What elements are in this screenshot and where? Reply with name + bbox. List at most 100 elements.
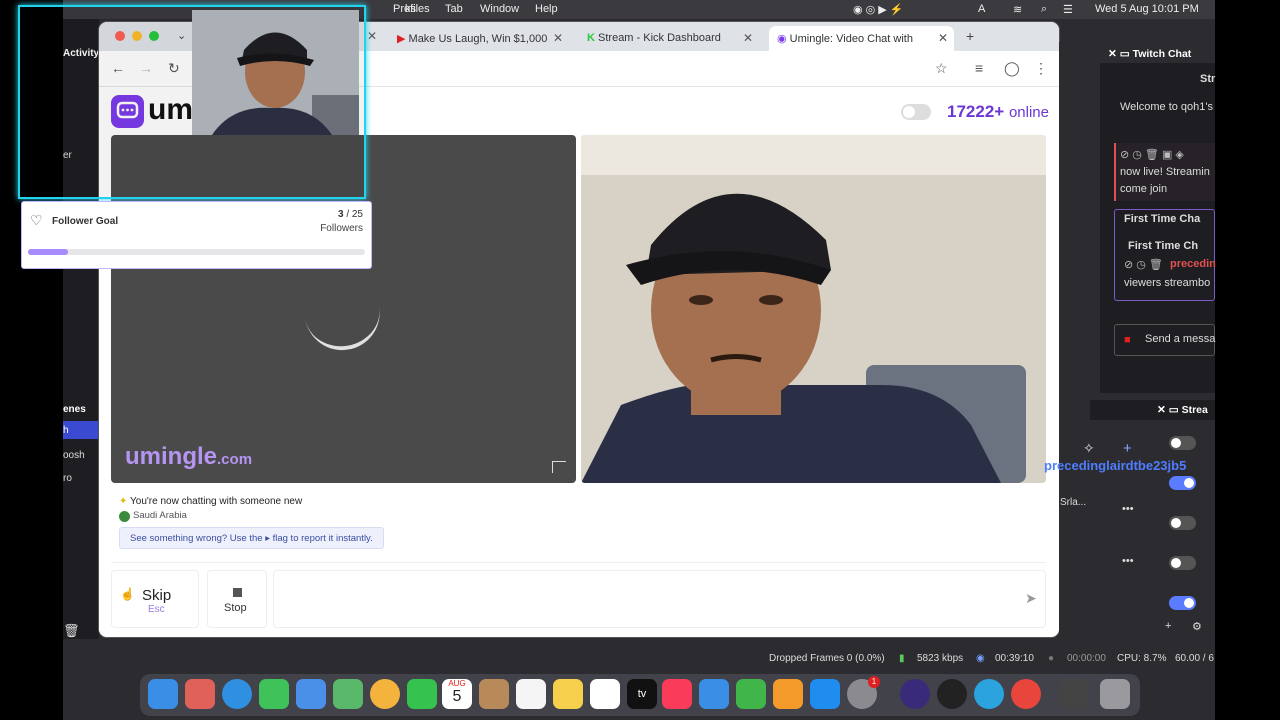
control-center-icon[interactable]: ☰ (1063, 3, 1073, 16)
sparkle-icon: ✦ (119, 496, 128, 507)
messages-icon[interactable] (259, 679, 289, 709)
umingle-watermark: umingle.com (125, 443, 252, 471)
apple-tv-icon[interactable]: tv (627, 679, 657, 709)
tab-umingle[interactable]: ◉ Umingle: Video Chat with ✕ (769, 26, 954, 51)
gear-icon[interactable]: ⚙ (1192, 620, 1202, 633)
send-message-placeholder: Send a messa (1145, 333, 1216, 345)
online-label: online (1008, 104, 1049, 121)
finder-icon[interactable] (148, 679, 178, 709)
photos-icon[interactable] (370, 679, 400, 709)
downloads-folder-icon[interactable] (1058, 679, 1088, 709)
skip-shortcut: Esc (148, 604, 165, 615)
obs-scene-item[interactable]: ro (63, 473, 72, 484)
close-icon[interactable]: ✕ (938, 31, 948, 45)
online-count: 17222+ (947, 102, 1005, 121)
facetime-icon[interactable] (407, 679, 437, 709)
freeform-icon[interactable] (590, 679, 620, 709)
report-flag-icon[interactable] (552, 461, 566, 473)
send-icon[interactable]: ➤ (1025, 590, 1037, 607)
screen-edge (1215, 0, 1280, 720)
menu-item-profiles[interactable]: Profiles (393, 3, 430, 15)
chrome-icon[interactable] (1011, 679, 1041, 709)
profile-icon[interactable]: ◯ (1004, 60, 1020, 77)
follower-goal-widget: ♡ Follower Goal 3 / 25 Followers (21, 201, 372, 269)
mod-icons[interactable]: ⊘ ◷ 🗑 (1124, 258, 1163, 271)
stream-toggle[interactable] (1169, 596, 1196, 610)
dropped-frames: Dropped Frames 0 (0.0%) (769, 653, 885, 664)
menu-item-window[interactable]: Window (480, 3, 519, 15)
country-label: Saudi Arabia (133, 510, 187, 521)
obs-status-bar: Dropped Frames 0 (0.0%) ▮ 5823 kbps ◉ 00… (63, 648, 1215, 670)
calendar-month: AUG (448, 679, 466, 688)
stream-item-label: Srla... (1060, 497, 1087, 508)
sparkle-icon[interactable]: ✧ (1083, 440, 1095, 457)
calendar-icon[interactable]: AUG 5 (442, 679, 472, 709)
notes-icon[interactable] (553, 679, 583, 709)
pointer-cursor-icon: ☝ (120, 587, 135, 601)
stranger-person-illustration (581, 135, 1046, 483)
chat-header-partial: Str (1200, 73, 1216, 85)
stop-button[interactable]: Stop (207, 570, 267, 628)
stream-toggle[interactable] (1169, 556, 1196, 570)
contacts-icon[interactable] (479, 679, 509, 709)
skip-button[interactable]: ☝ Skip Esc (111, 570, 199, 628)
text-input-icon[interactable]: A (978, 3, 985, 15)
trash-icon[interactable]: 🗑 (63, 623, 80, 639)
theme-toggle[interactable] (901, 104, 931, 120)
media-control-icon[interactable]: ≡ (975, 60, 983, 76)
more-icon[interactable]: ••• (1122, 503, 1134, 515)
wifi-icon[interactable]: ≋ (1013, 3, 1022, 16)
add-icon[interactable]: + (1123, 440, 1132, 457)
menu-item-help[interactable]: Help (535, 3, 558, 15)
online-counter: 17222+ online (947, 102, 1049, 122)
more-menu-icon[interactable]: ⋮ (1034, 60, 1048, 77)
tab-youtube[interactable]: ▶ Make Us Laugh, Win $1,000 ✕ (389, 26, 569, 51)
tab-title: Make Us Laugh, Win $1,000 (408, 33, 548, 45)
numbers-icon[interactable] (736, 679, 766, 709)
stream-toggle[interactable] (1169, 476, 1196, 490)
app-store-icon[interactable] (810, 679, 840, 709)
music-icon[interactable] (662, 679, 692, 709)
close-icon[interactable]: ✕ (743, 31, 753, 45)
obs-studio-icon[interactable] (937, 679, 967, 709)
menubar-clock[interactable]: Wed 5 Aug 10:01 PM (1095, 3, 1199, 15)
search-icon[interactable]: ⌕ (1041, 3, 1047, 16)
safari-icon[interactable] (222, 679, 252, 709)
video-icon: ■ (1124, 334, 1131, 346)
report-hint: See something wrong? Use the ▸ flag to r… (119, 527, 384, 549)
new-tab-button[interactable]: + (966, 28, 974, 44)
menu-item-tab[interactable]: Tab (445, 3, 463, 15)
bitrate: 5823 kbps (917, 653, 964, 664)
add-icon[interactable]: + (1165, 620, 1171, 632)
bookmark-star-icon[interactable]: ☆ (935, 60, 948, 77)
obs-scene-item[interactable]: oosh (63, 450, 85, 461)
more-icon[interactable]: ••• (1122, 555, 1134, 567)
close-icon[interactable]: ✕ (553, 31, 563, 45)
stream-toggle[interactable] (1169, 436, 1196, 450)
tab-close-icon[interactable]: ✕ (367, 29, 377, 43)
message-input[interactable] (273, 570, 1046, 628)
goal-title: Follower Goal (52, 216, 119, 227)
keynote-icon[interactable] (699, 679, 729, 709)
tab-kick[interactable]: K Stream - Kick Dashboard ✕ (579, 26, 759, 51)
trash-bin-icon[interactable] (1100, 679, 1130, 709)
telegram-icon[interactable] (974, 679, 1004, 709)
tab-title: Umingle: Video Chat with (789, 33, 913, 45)
obs-app-icon[interactable] (900, 679, 930, 709)
reminders-icon[interactable] (516, 679, 546, 709)
stream-icon: ◉ (976, 653, 985, 664)
stream-toggle[interactable] (1169, 516, 1196, 530)
launchpad-icon[interactable] (185, 679, 215, 709)
viewers-text: viewers streambo (1124, 277, 1211, 289)
chat-welcome: Welcome to qoh1's (1120, 101, 1214, 113)
notification-badge: 1 (868, 676, 880, 688)
pages-icon[interactable] (773, 679, 803, 709)
maps-icon[interactable] (333, 679, 363, 709)
mail-icon[interactable] (296, 679, 326, 709)
overlay-username: precedinglairdtbe23jb5 (1044, 458, 1187, 473)
obs-menubar-icon[interactable]: ◉ ◎ ▶ ⚡ (853, 3, 904, 16)
signal-icon: ▮ (899, 653, 905, 664)
youtube-icon: ▶ (397, 33, 406, 45)
obs-scene-item[interactable]: h (63, 425, 69, 436)
mod-icons[interactable]: ⊘ ◷ 🗑 ▣ ◈ (1120, 148, 1184, 161)
